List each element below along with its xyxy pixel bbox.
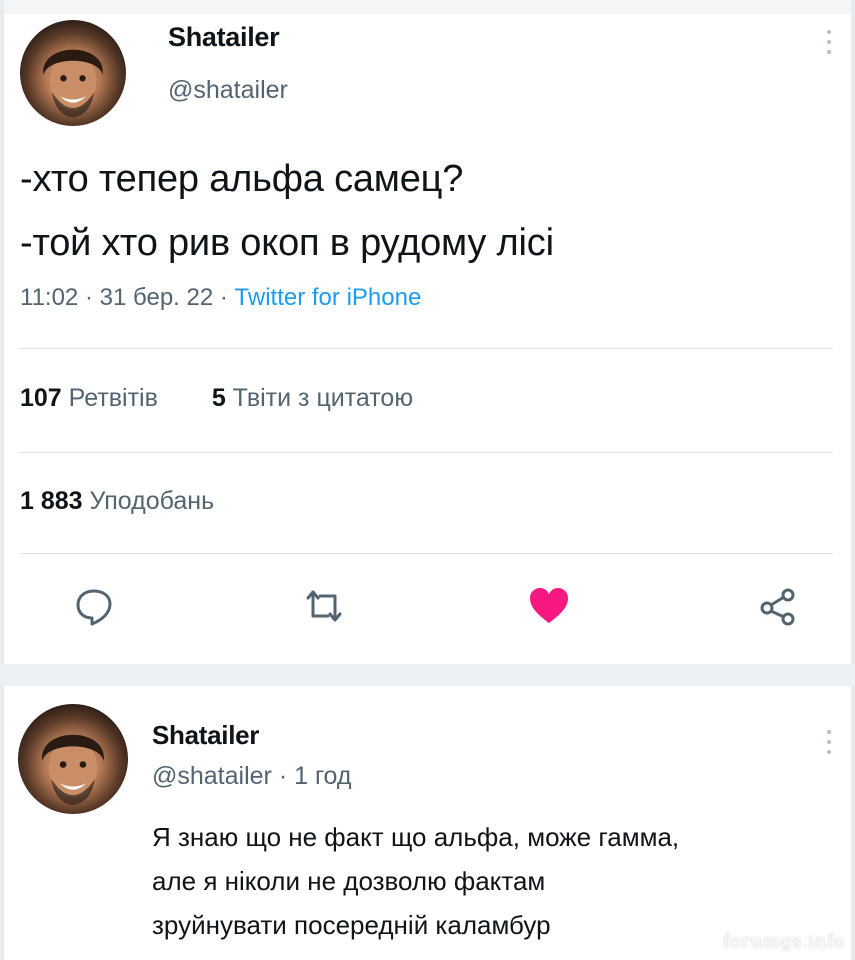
tweet-text-line: -той хто рив окоп в рудому лісі — [20, 222, 554, 264]
reply-button[interactable] — [72, 584, 116, 628]
retweet-button[interactable] — [302, 584, 346, 628]
divider — [20, 348, 833, 349]
likes-label: Уподобань — [89, 487, 215, 515]
meta-separator: · — [278, 762, 288, 790]
divider — [20, 553, 833, 554]
reply-handle[interactable]: @shatailer — [152, 762, 272, 790]
author-avatar[interactable] — [20, 20, 126, 126]
thread-separator — [0, 664, 855, 686]
quotes-label: Твіти з цитатою — [232, 384, 414, 412]
author-handle[interactable]: @shatailer — [168, 76, 288, 105]
meta-separator: · — [84, 284, 93, 311]
screenshot-left-edge — [0, 0, 4, 960]
reply-author-avatar[interactable] — [18, 704, 128, 814]
likes-count: 1 883 — [20, 487, 83, 515]
reply-text-line: Я знаю що не факт що альфа, може гамма, — [152, 822, 680, 852]
reply-handle-line: @shatailer · 1 год — [152, 762, 351, 791]
author-name[interactable]: Shatailer — [168, 22, 280, 53]
retweets-stat[interactable]: 107 Ретвітів — [20, 384, 158, 412]
reply-more-options-icon[interactable] — [826, 730, 832, 760]
share-icon — [760, 588, 795, 626]
tweet-time[interactable]: 11:02 — [20, 284, 78, 311]
tweet-text: -хто тепер альфа самец? -той хто рив око… — [20, 147, 554, 275]
share-button[interactable] — [756, 584, 800, 628]
retweets-label: Ретвітів — [68, 384, 158, 412]
tweet-source-link[interactable]: Twitter for iPhone — [235, 284, 422, 311]
likes-stat[interactable]: 1 883 Уподобань — [20, 487, 214, 516]
reply-author-name[interactable]: Shatailer — [152, 720, 259, 751]
like-icon — [530, 588, 568, 623]
retweet-quote-stats: 107 Ретвітів 5 Твіти з цитатою — [20, 384, 413, 413]
site-watermark: forumgs.info — [722, 931, 845, 952]
retweets-count: 107 — [20, 384, 62, 412]
more-options-icon[interactable] — [826, 30, 832, 60]
tweet-date[interactable]: 31 бер. 22 — [100, 284, 214, 311]
screenshot-right-edge — [851, 0, 855, 960]
tweet-meta: 11:02 · 31 бер. 22 · Twitter for iPhone — [20, 284, 421, 312]
quotes-stat[interactable]: 5 Твіти з цитатою — [212, 384, 413, 412]
meta-separator: · — [219, 284, 228, 311]
retweet-icon — [306, 590, 342, 622]
quotes-count: 5 — [211, 384, 226, 412]
reply-text-line: зруйнувати посередній каламбур — [152, 910, 551, 940]
divider — [20, 452, 833, 453]
reply-icon — [76, 589, 112, 626]
reply-text: Я знаю що не факт що альфа, може гамма, … — [152, 815, 679, 947]
like-button[interactable] — [527, 584, 571, 628]
avatar-portrait-icon — [43, 49, 103, 118]
avatar-portrait-icon — [42, 734, 104, 806]
screenshot-top-edge — [0, 0, 855, 14]
reply-text-line: але я ніколи не дозволю фактам — [152, 866, 546, 896]
reply-age[interactable]: 1 год — [294, 762, 351, 790]
tweet-text-line: -хто тепер альфа самец? — [20, 158, 464, 200]
